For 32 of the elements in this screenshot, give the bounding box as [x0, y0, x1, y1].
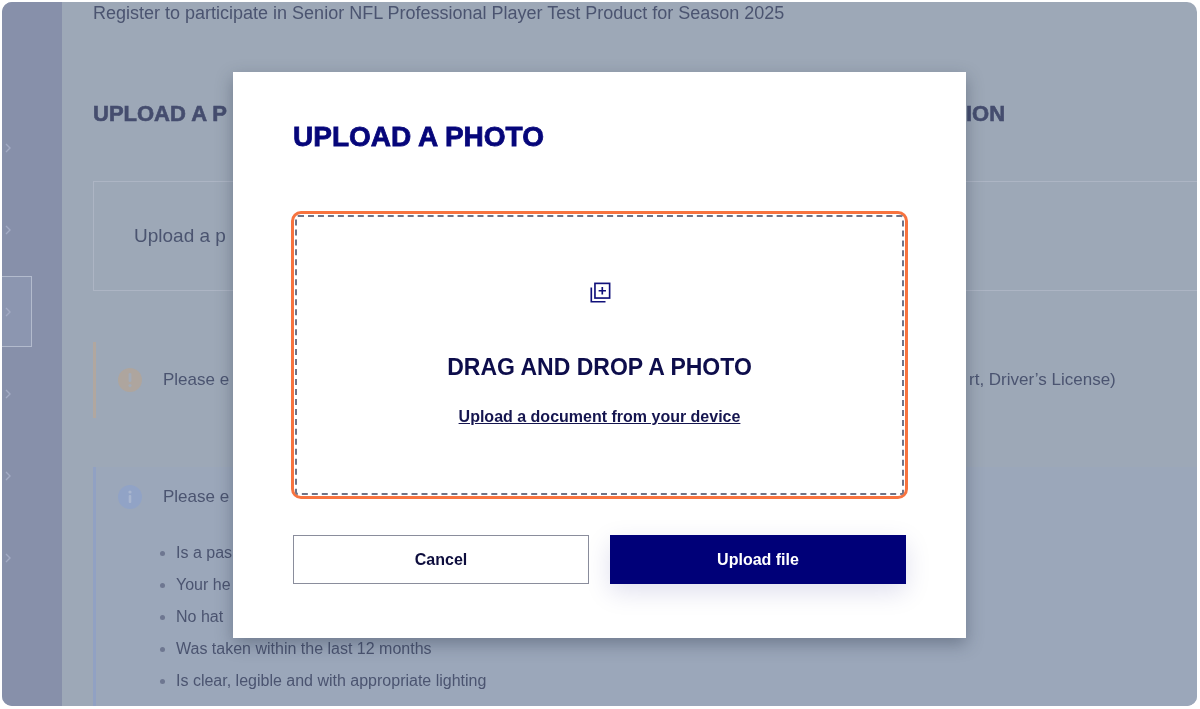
- bullet-icon: [160, 678, 165, 684]
- bullet-icon: [160, 550, 165, 556]
- section-heading: ION: [966, 101, 1006, 127]
- bullet-text: No hat: [176, 607, 224, 627]
- section-heading: UPLOAD A P: [93, 101, 228, 127]
- modal-title: UPLOAD A PHOTO: [292, 120, 544, 153]
- chevron-icon: [5, 552, 11, 563]
- chevron-icon: [5, 142, 11, 153]
- upload-link[interactable]: Upload a document from your device: [458, 407, 741, 426]
- dropzone-heading: DRAG AND DROP A PHOTO: [447, 354, 752, 380]
- sidebar-item[interactable]: [2, 276, 32, 347]
- bullet-icon: [160, 582, 165, 588]
- chevron-icon: [5, 388, 11, 399]
- alert-text: Please e: [163, 486, 230, 508]
- bullet-text: Was taken within the last 12 months: [176, 639, 432, 659]
- bullet-text: Is clear, legible and with appropriate lighting: [176, 671, 487, 691]
- upload-button[interactable]: Upload file: [610, 535, 906, 584]
- chevron-icon: [5, 224, 11, 235]
- upload-prompt-text: Upload a p: [134, 225, 226, 247]
- chevron-icon: [5, 470, 11, 481]
- intro-text: Register to participate in Senior NFL Professional Player Test Product for Season 2025: [93, 2, 785, 24]
- info-icon: [118, 485, 142, 509]
- bullet-text: Your he: [176, 575, 231, 595]
- copy-plus-icon: [588, 282, 611, 304]
- alert-text: rt, Driver’s License): [969, 369, 1116, 391]
- bullet-text: Is a pas: [176, 543, 233, 563]
- cancel-button[interactable]: Cancel: [293, 535, 589, 584]
- drop-zone[interactable]: DRAG AND DROP A PHOTO Upload a document from your device: [291, 211, 908, 499]
- bullet-icon: [160, 614, 165, 620]
- alert-text: Please e: [163, 369, 230, 391]
- warning-icon: [118, 368, 142, 392]
- bullet-icon: [160, 646, 165, 652]
